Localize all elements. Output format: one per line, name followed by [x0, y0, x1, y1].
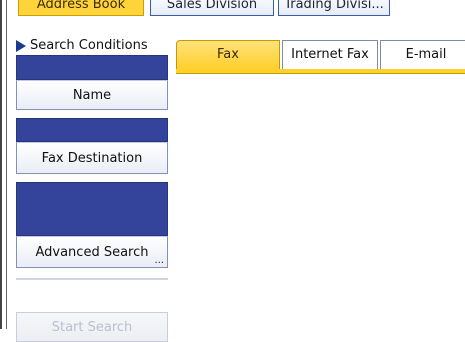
advanced-search-value-panel: [16, 182, 168, 236]
name-button[interactable]: Name: [16, 80, 168, 110]
start-search-button[interactable]: Start Search: [16, 312, 168, 342]
start-search-button-label: Start Search: [51, 319, 133, 335]
tab-internet-fax-label: Internet Fax: [291, 47, 369, 62]
destination-tabs: Fax Internet Fax E-mail: [176, 40, 465, 70]
fax-destination-button-label: Fax Destination: [41, 150, 143, 166]
tab-trading-division[interactable]: Trading Divisi...: [278, 0, 390, 16]
separator: [16, 278, 168, 280]
fax-destination-value-panel: [16, 118, 168, 142]
tab-fax[interactable]: Fax: [176, 40, 280, 70]
name-button-label: Name: [72, 87, 112, 103]
name-value-panel: [16, 55, 168, 80]
tab-internet-fax[interactable]: Internet Fax: [282, 40, 378, 70]
tab-email-label: E-mail: [405, 47, 447, 62]
left-border-line-inner: [6, 0, 7, 329]
search-conditions-header: Search Conditions: [16, 38, 148, 53]
tab-fax-label: Fax: [217, 47, 239, 62]
tab-underline: [176, 69, 465, 74]
tab-email[interactable]: E-mail: [380, 40, 465, 70]
tab-address-book[interactable]: Address Book: [18, 0, 144, 16]
tab-sales-division[interactable]: Sales Division: [150, 0, 274, 16]
triangle-right-icon: [16, 39, 26, 52]
left-border-line: [0, 0, 2, 329]
advanced-search-button[interactable]: Advanced Search ...: [16, 236, 168, 268]
fax-destination-button[interactable]: Fax Destination: [16, 142, 168, 174]
ellipsis-icon: ...: [154, 255, 164, 266]
advanced-search-button-label: Advanced Search: [35, 244, 149, 260]
search-conditions-label: Search Conditions: [30, 38, 148, 53]
